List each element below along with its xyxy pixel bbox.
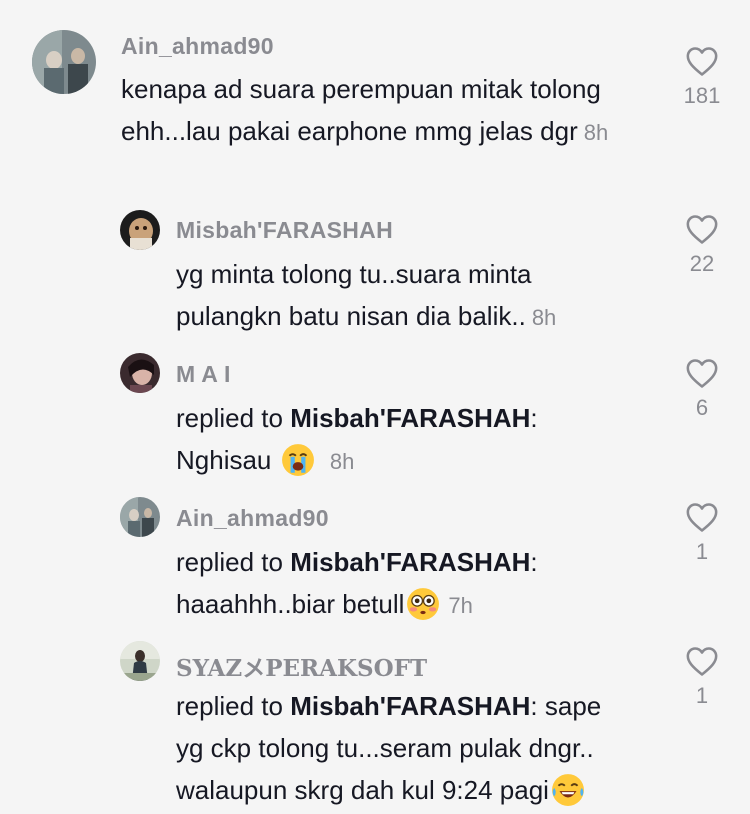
avatar[interactable] [32,30,96,94]
comment-text: replied to Misbah'FARASHAH: Nghisau 8h [176,397,636,483]
replied-to-username[interactable]: Misbah'FARASHAH [290,403,530,433]
username[interactable]: SYAZメPERAKSOFT [176,649,427,683]
like-button[interactable]: 1 [672,501,732,565]
timestamp: 7h [448,593,473,618]
username[interactable]: Ain_ahmad90 [176,505,329,532]
flushed-face-icon [406,587,440,621]
colon: : [530,691,538,721]
comment-body: Nghisau [176,445,272,475]
timestamp: 8h [329,449,355,474]
like-count: 1 [695,683,709,708]
avatar[interactable] [120,497,160,537]
heart-outline-icon[interactable] [685,45,719,77]
like-count: 181 [683,83,721,108]
heart-outline-icon[interactable] [685,213,719,245]
avatar[interactable] [120,210,160,250]
avatar[interactable] [120,353,160,393]
comment-body: yg minta tolong tu..suara minta pulangkn… [176,259,532,331]
replied-to-username[interactable]: Misbah'FARASHAH [290,691,530,721]
comment-body-line3: walaupun skrg dah kul 9:24 pagi [176,775,549,805]
heart-outline-icon[interactable] [685,357,719,389]
username[interactable]: Misbah'FARASHAH [176,217,393,244]
replied-to-username[interactable]: Misbah'FARASHAH [290,547,530,577]
comment-text: replied to Misbah'FARASHAH: haaahhh..bia… [176,541,636,627]
like-button[interactable]: 6 [672,357,732,421]
username[interactable]: M A I [176,361,231,388]
colon: : [530,403,538,433]
replied-prefix: replied to [176,547,283,577]
like-count: 22 [689,251,715,276]
username[interactable]: Ain_ahmad90 [121,33,274,60]
comment-text: replied to Misbah'FARASHAH: sape yg ckp … [176,685,656,811]
timestamp: 8h [531,305,557,330]
like-button[interactable]: 1 [672,645,732,709]
like-button[interactable]: 181 [672,45,732,109]
comment-body: haaahhh..biar betull [176,589,405,619]
comment-text: yg minta tolong tu..suara minta pulangkn… [176,253,616,339]
avatar[interactable] [120,641,160,681]
loudly-crying-face-icon [281,443,315,477]
comment-body: kenapa ad suara perempuan mitak tolong e… [121,74,601,146]
heart-outline-icon[interactable] [685,501,719,533]
like-count: 1 [695,539,709,564]
face-with-tears-of-joy-icon [551,773,585,807]
replied-prefix: replied to [176,403,283,433]
heart-outline-icon[interactable] [685,645,719,677]
like-button[interactable]: 22 [672,213,732,277]
like-count: 6 [695,395,709,420]
replied-prefix: replied to [176,691,283,721]
comment-body-line2: yg ckp tolong tu...seram pulak dngr.. [176,733,594,763]
timestamp: 8h [583,120,609,145]
colon: : [530,547,538,577]
comment-text: kenapa ad suara perempuan mitak tolong e… [121,68,641,154]
comment-body-line1: sape [544,691,602,721]
